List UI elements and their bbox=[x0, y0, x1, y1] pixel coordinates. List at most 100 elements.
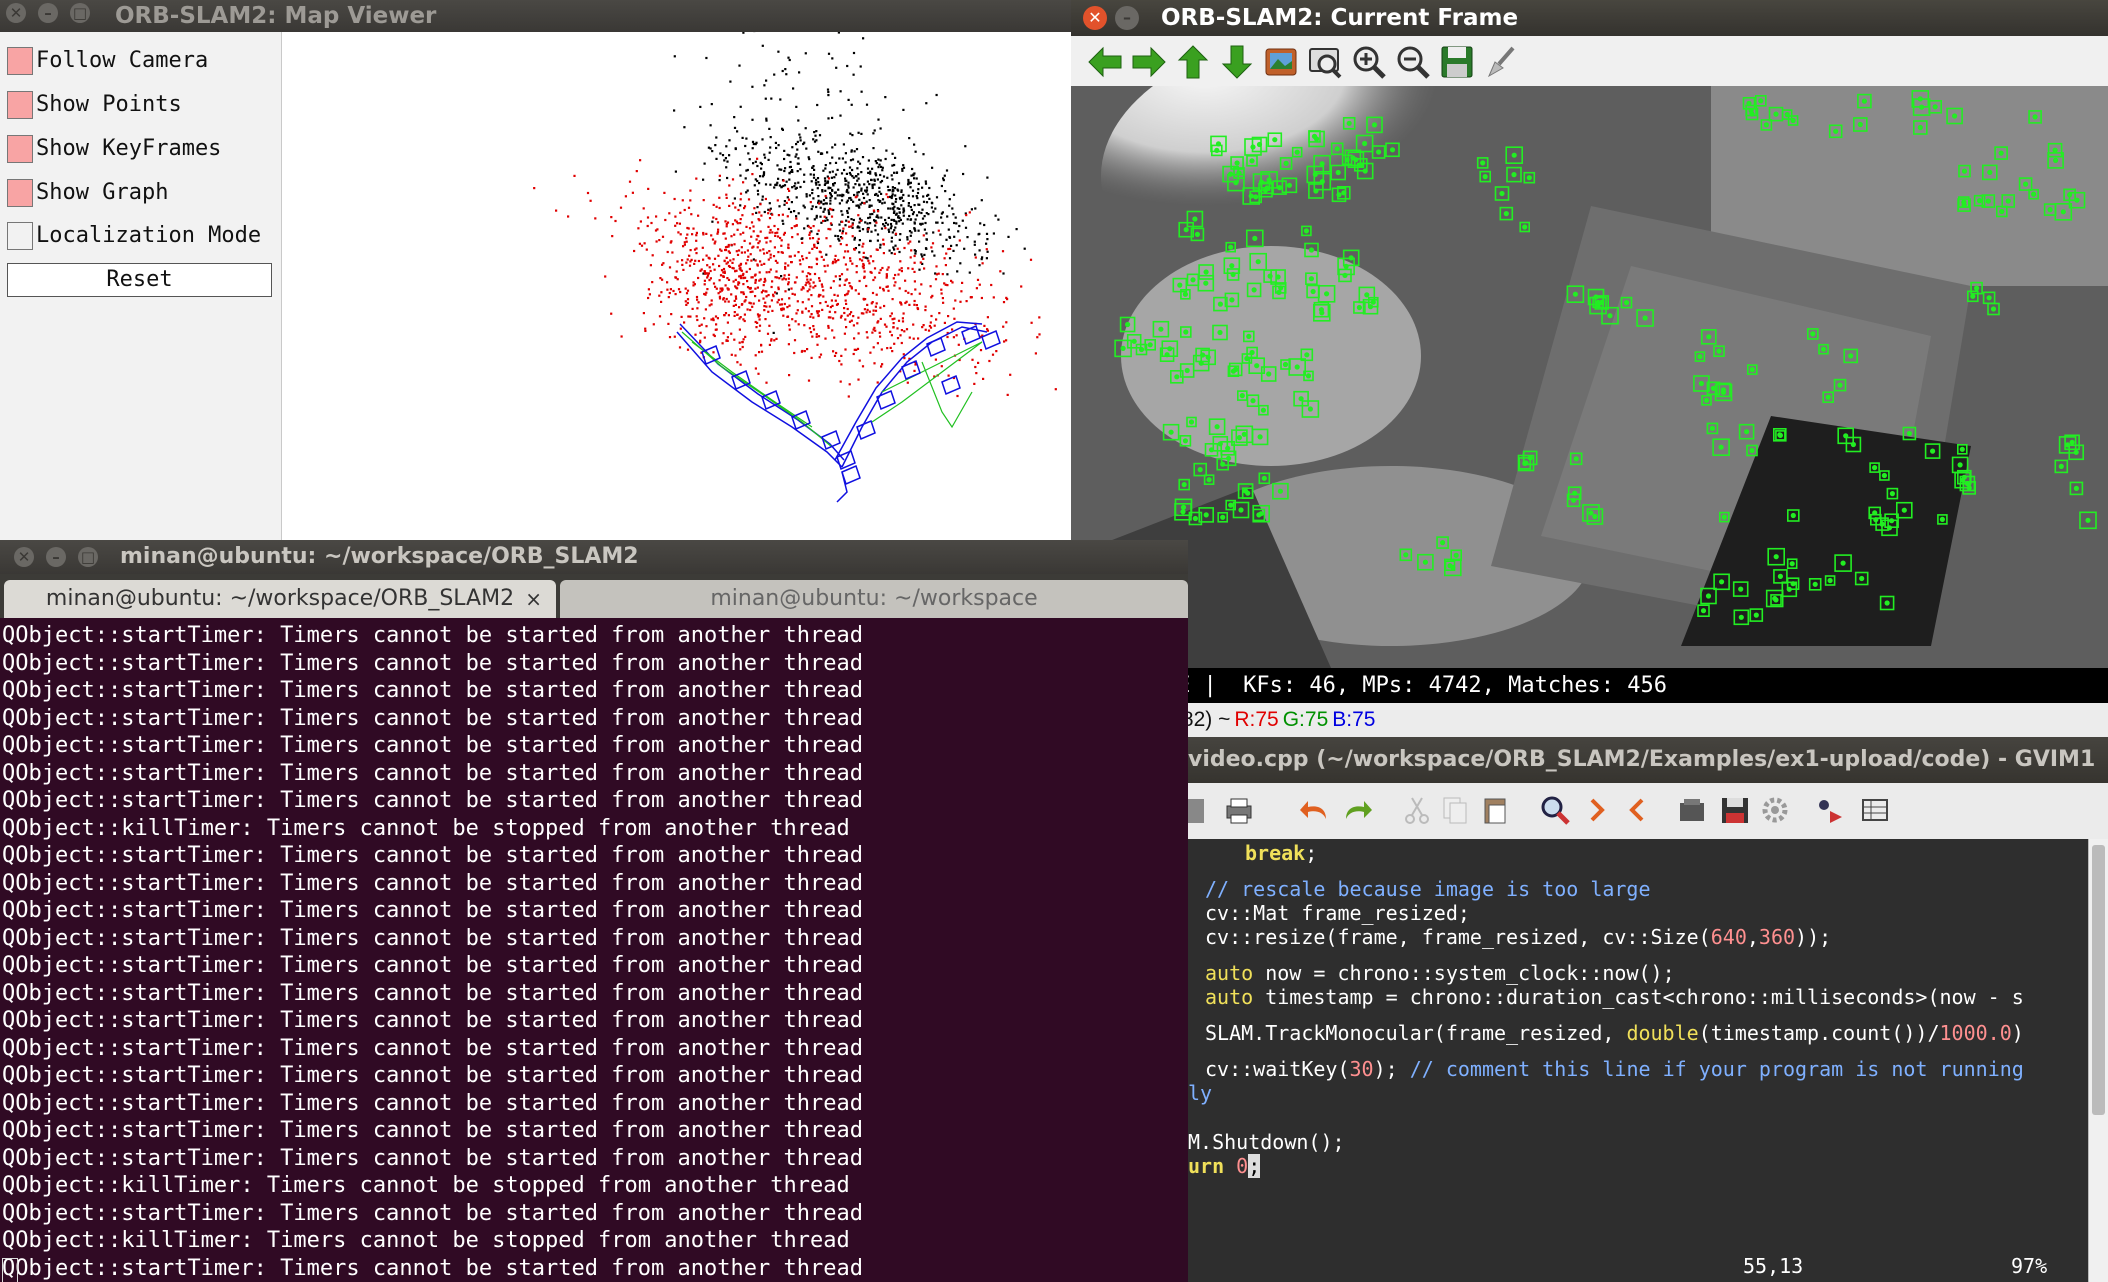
save-icon[interactable] bbox=[1437, 42, 1477, 82]
map-point bbox=[777, 144, 780, 147]
load-session-icon[interactable] bbox=[1676, 793, 1710, 827]
map-point bbox=[753, 184, 756, 187]
map-point bbox=[757, 242, 760, 245]
terminal-line: QObject::startTimer: Timers cannot be st… bbox=[2, 650, 863, 676]
minimize-icon[interactable]: – bbox=[46, 547, 66, 567]
map-point bbox=[816, 103, 819, 107]
map-point bbox=[714, 315, 718, 318]
show-keyframes-checkbox[interactable] bbox=[7, 135, 33, 163]
arrow-up-icon[interactable] bbox=[1173, 42, 1213, 82]
minimize-icon[interactable]: – bbox=[38, 3, 58, 23]
image-icon[interactable] bbox=[1261, 42, 1301, 82]
map-point bbox=[604, 275, 607, 278]
feature-point bbox=[1230, 271, 1236, 278]
map-point bbox=[827, 94, 830, 97]
map-point bbox=[679, 327, 682, 330]
zoom-in-icon[interactable] bbox=[1349, 42, 1389, 82]
tab-orb-slam2[interactable]: minan@ubuntu: ~/workspace/ORB_SLAM2 × bbox=[4, 580, 556, 618]
map-point bbox=[782, 233, 786, 236]
feature-point bbox=[1246, 333, 1252, 339]
map-point bbox=[955, 244, 958, 247]
undo-icon[interactable] bbox=[1298, 793, 1332, 827]
gvim-scrollbar[interactable] bbox=[2088, 839, 2108, 1282]
next-icon[interactable] bbox=[1580, 793, 1614, 827]
map-point bbox=[706, 264, 709, 267]
zoom-out-icon[interactable] bbox=[1393, 42, 1433, 82]
map-point bbox=[680, 315, 683, 318]
feature-point bbox=[1217, 301, 1223, 307]
map-point bbox=[689, 199, 692, 202]
follow-camera-checkbox[interactable] bbox=[7, 47, 33, 75]
map-point bbox=[683, 321, 686, 324]
maximize-icon[interactable]: □ bbox=[78, 547, 98, 567]
prev-icon[interactable] bbox=[1620, 793, 1654, 827]
show-graph-checkbox[interactable] bbox=[7, 179, 33, 207]
map-point bbox=[907, 178, 910, 182]
localization-mode-checkbox[interactable] bbox=[7, 222, 33, 250]
map-point bbox=[769, 146, 772, 149]
close-icon[interactable]: ✕ bbox=[6, 3, 26, 23]
maximize-icon[interactable]: □ bbox=[70, 3, 90, 23]
map-point bbox=[718, 297, 722, 300]
map-point bbox=[858, 198, 861, 201]
map-point bbox=[914, 250, 917, 253]
redo-icon[interactable] bbox=[1340, 793, 1374, 827]
feature-point bbox=[1710, 385, 1717, 391]
cut-icon[interactable] bbox=[1400, 793, 1434, 827]
feature-point bbox=[1859, 575, 1865, 582]
copy-icon[interactable] bbox=[1438, 793, 1472, 827]
map-point bbox=[853, 248, 856, 251]
map-point bbox=[793, 185, 796, 188]
find-replace-icon[interactable] bbox=[1538, 793, 1572, 827]
map-3d-view[interactable] bbox=[282, 0, 1071, 540]
map-point bbox=[886, 223, 889, 226]
reset-button[interactable]: Reset bbox=[7, 263, 272, 297]
show-points-checkbox[interactable] bbox=[7, 91, 33, 119]
map-point bbox=[716, 317, 719, 320]
map-point bbox=[710, 103, 713, 106]
run-script-icon[interactable] bbox=[1758, 793, 1792, 827]
map-point bbox=[815, 139, 818, 142]
map-point bbox=[728, 204, 731, 207]
tab-workspace[interactable]: minan@ubuntu: ~/workspace bbox=[560, 580, 1188, 618]
map-point bbox=[715, 205, 718, 208]
map-point bbox=[900, 341, 903, 345]
map-point bbox=[624, 195, 627, 198]
close-icon[interactable]: ✕ bbox=[1083, 6, 1107, 30]
map-point bbox=[893, 317, 896, 320]
arrow-down-icon[interactable] bbox=[1217, 42, 1257, 82]
map-point bbox=[940, 288, 943, 291]
save-icon[interactable] bbox=[1188, 793, 1208, 827]
map-point bbox=[879, 335, 882, 338]
slam-status-bar: SLAM MODE | KFs: 46, MPs: 4742, Matches:… bbox=[1071, 668, 2108, 703]
zoom-fit-icon[interactable] bbox=[1305, 42, 1345, 82]
map-point bbox=[787, 264, 790, 267]
map-point bbox=[699, 105, 702, 108]
close-icon[interactable]: ✕ bbox=[14, 547, 34, 567]
map-point bbox=[769, 240, 772, 243]
map-point bbox=[749, 290, 752, 294]
map-point bbox=[917, 188, 920, 191]
map-point bbox=[816, 258, 819, 261]
minimize-icon[interactable]: – bbox=[1115, 6, 1139, 30]
brush-icon[interactable] bbox=[1481, 42, 1521, 82]
map-point bbox=[886, 176, 889, 179]
camera-frame-image[interactable] bbox=[1071, 26, 2108, 668]
tab-close-icon[interactable]: × bbox=[525, 580, 542, 618]
map-point bbox=[820, 283, 823, 286]
map-point bbox=[693, 283, 696, 286]
terminal-output[interactable]: QObject::startTimer: Timers cannot be st… bbox=[0, 618, 1188, 1282]
map-point bbox=[852, 324, 855, 327]
paste-icon[interactable] bbox=[1478, 793, 1512, 827]
map-point bbox=[567, 215, 570, 218]
arrow-left-icon[interactable] bbox=[1085, 42, 1125, 82]
gvim-editor[interactable]: break; // rescale because image is too l… bbox=[1188, 839, 2088, 1251]
map-point bbox=[873, 267, 877, 270]
map-point bbox=[846, 199, 849, 202]
scrollbar-thumb[interactable] bbox=[2092, 845, 2105, 1115]
print-icon[interactable] bbox=[1222, 793, 1256, 827]
arrow-right-icon[interactable] bbox=[1129, 42, 1169, 82]
save-session-icon[interactable] bbox=[1718, 793, 1752, 827]
tag-icon[interactable] bbox=[1858, 793, 1892, 827]
make-icon[interactable] bbox=[1812, 793, 1846, 827]
